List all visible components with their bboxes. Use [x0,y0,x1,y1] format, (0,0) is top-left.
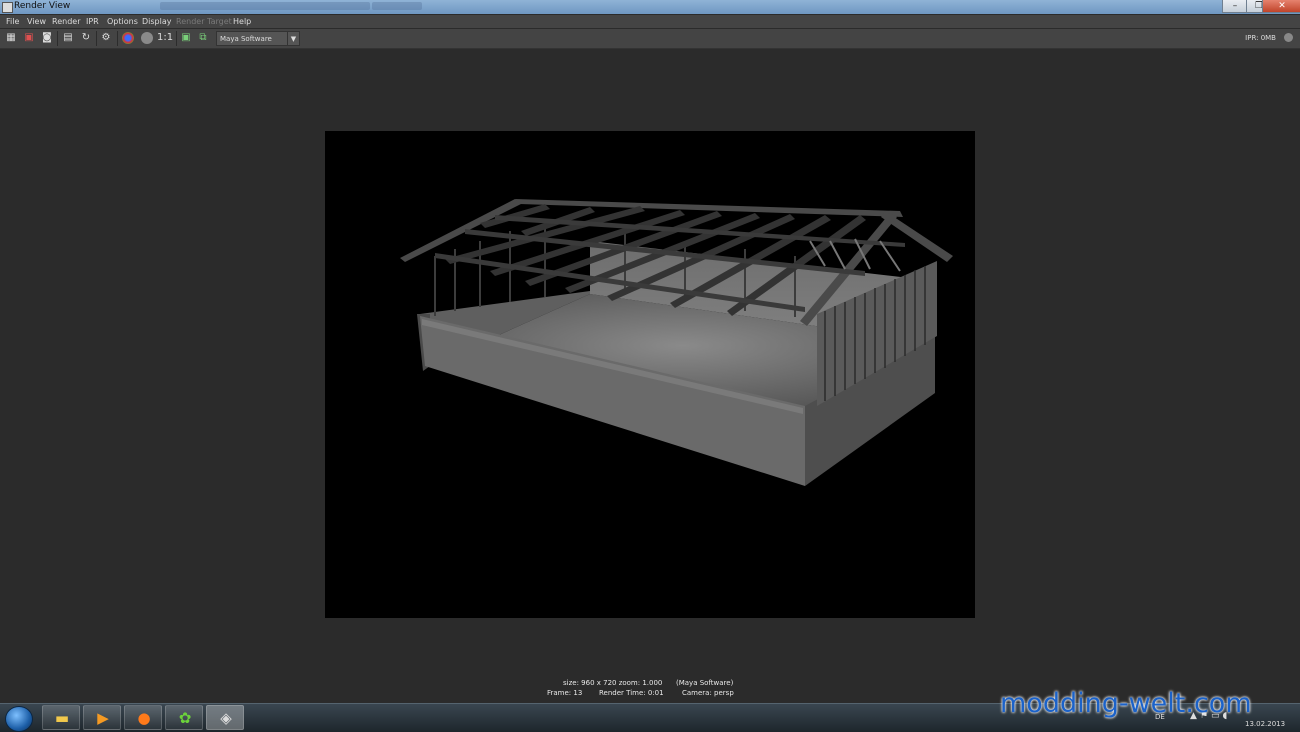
maya-icon: ◈ [220,709,232,727]
snapshot-icon[interactable]: ◙ [41,32,53,44]
alpha-channel-icon[interactable] [141,32,153,44]
zoom-1to1-icon[interactable]: 1:1 [157,32,173,44]
app-icon [2,2,13,13]
window-title: Render View [14,1,71,11]
rendered-barn-model [400,199,953,486]
menu-help[interactable]: Help [233,17,251,26]
render-settings-icon[interactable]: ⚙ [100,32,112,44]
menu-render[interactable]: Render [52,17,80,26]
renderer-status: (Maya Software) [676,679,734,687]
render-size-status: size: 960 x 720 zoom: 1.000 [563,679,663,687]
tray-date[interactable]: 13.02.2013 [1245,720,1285,728]
icq-icon: ✿ [178,709,192,727]
ipr-indicator-icon [1284,33,1293,42]
camera-status: Camera: persp [682,689,734,697]
menu-options[interactable]: Options [107,17,138,26]
taskbar-explorer[interactable]: ▬ [42,705,80,730]
start-button[interactable] [5,706,33,732]
renderer-select-value: Maya Software [220,35,272,43]
ipr-memory-status: IPR: 0MB [1245,34,1276,42]
keep-image-icon[interactable]: ▣ [180,32,192,44]
toolbar: ▦ ▣ ◙ ▤ ↻ ⚙ 1:1 ▣ ⧉ Maya Software ▼ IPR:… [0,29,1300,49]
menu-render-target: Render Target [176,17,232,26]
explorer-icon: ▬ [54,709,70,727]
taskbar-media-player[interactable]: ▶ [83,705,121,730]
menu-display[interactable]: Display [142,17,172,26]
watermark-logo: modding-welt.com [1000,688,1252,719]
title-bar-background-2 [372,2,422,10]
frame-status: Frame: 13 [547,689,583,697]
title-bar: Render View – ❐ ✕ [0,0,1300,14]
media-player-icon: ▶ [97,709,109,727]
menu-ipr[interactable]: IPR [86,17,99,26]
taskbar-firefox[interactable]: ● [124,705,162,730]
chevron-down-icon: ▼ [287,32,299,45]
firefox-icon: ● [137,709,151,727]
renderer-select[interactable]: Maya Software ▼ [216,31,300,46]
menu-bar: File View Render IPR Options Display Ren… [0,15,1300,28]
remove-image-icon[interactable]: ⧉ [197,32,209,44]
render-region-icon[interactable]: ▤ [62,32,74,44]
refresh-icon[interactable]: ↻ [80,32,92,44]
taskbar-maya[interactable]: ◈ [206,705,244,730]
color-channels-icon[interactable] [122,32,134,44]
ipr-render-icon[interactable]: ▣ [23,32,35,44]
menu-view[interactable]: View [27,17,46,26]
minimize-button[interactable]: – [1222,0,1248,13]
taskbar-icq[interactable]: ✿ [165,705,203,730]
render-time-status: Render Time: 0:01 [599,689,664,697]
menu-file[interactable]: File [6,17,19,26]
close-button[interactable]: ✕ [1262,0,1300,13]
redo-render-icon[interactable]: ▦ [5,32,17,44]
title-bar-background [160,2,370,10]
render-image [325,131,975,618]
